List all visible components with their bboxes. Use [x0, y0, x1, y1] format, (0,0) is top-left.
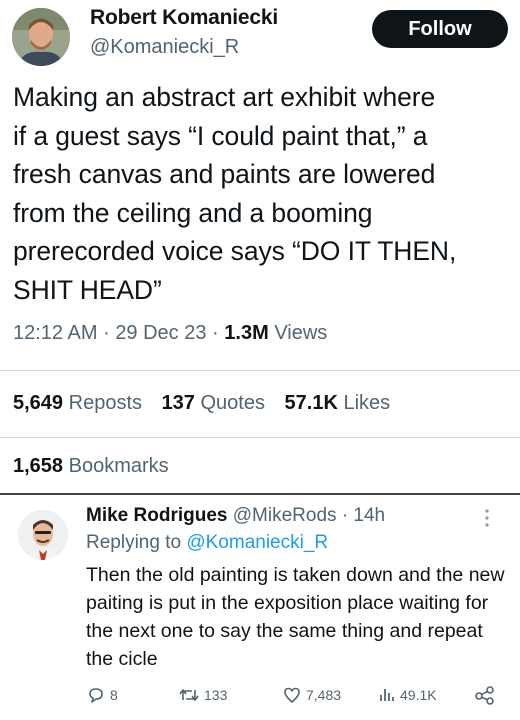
likes-stat[interactable]: 57.1K Likes: [285, 392, 391, 414]
author-avatar[interactable]: [12, 8, 70, 66]
like-count: 7,483: [306, 687, 342, 703]
main-tweet: Robert Komaniecki @Komaniecki_R Follow M…: [0, 0, 520, 493]
reply-author-handle[interactable]: @MikeRods: [233, 505, 337, 526]
reposts-count: 5,649: [13, 392, 64, 414]
tweet-meta: 12:12 AM · 29 Dec 23 · 1.3M Views: [13, 322, 327, 345]
reply-action[interactable]: 8: [86, 685, 118, 705]
bookmarks-label: Bookmarks: [68, 455, 169, 477]
reposts-label: Reposts: [68, 392, 142, 414]
share-action[interactable]: [474, 685, 496, 705]
bar-chart-icon: [378, 685, 396, 705]
reply-count: 8: [110, 687, 118, 703]
reply-text: Then the old painting is taken down and …: [86, 564, 505, 670]
replying-to: Replying to @Komaniecki_R: [86, 532, 328, 554]
divider: [0, 370, 520, 371]
speech-bubble-icon: [86, 685, 106, 705]
quotes-stat[interactable]: 137 Quotes: [162, 392, 265, 414]
reply-author-avatar[interactable]: [18, 510, 68, 560]
share-nodes-icon: [474, 685, 496, 705]
follow-button[interactable]: Follow: [372, 10, 508, 48]
author-name[interactable]: Robert Komaniecki: [90, 6, 278, 30]
likes-count: 57.1K: [284, 392, 338, 414]
author-handle[interactable]: @Komaniecki_R: [90, 36, 239, 59]
replying-mention[interactable]: @Komaniecki_R: [186, 532, 328, 553]
engagement-stats: 5,649 Reposts 137 Quotes 57.1K Likes: [13, 392, 404, 415]
reply-author-name[interactable]: Mike Rodrigues: [86, 505, 227, 526]
reposts-stat[interactable]: 5,649 Reposts: [13, 392, 142, 414]
bookmarks-count: 1,658: [13, 455, 64, 477]
reply-tweet: Mike Rodrigues @MikeRods · 14h Replying …: [0, 495, 520, 720]
heart-icon: [282, 685, 302, 705]
header-separator: ·: [341, 505, 349, 526]
quotes-label: Quotes: [200, 392, 265, 414]
reply-actions: 8 133 7,483 49.1K: [86, 685, 506, 711]
replying-prefix: Replying to: [86, 532, 182, 553]
divider: [0, 437, 520, 438]
vertical-dots-icon[interactable]: [484, 507, 490, 529]
tweet-date[interactable]: 29 Dec 23: [115, 322, 206, 344]
repost-count: 133: [204, 687, 228, 703]
views-label: Views: [274, 322, 328, 344]
meta-separator: ·: [103, 322, 110, 344]
views-count-reply: 49.1K: [400, 687, 437, 703]
quotes-count: 137: [161, 392, 195, 414]
meta-separator: ·: [212, 322, 219, 344]
tweet-text: Making an abstract art exhibit where if …: [13, 82, 457, 305]
views-count: 1.3M: [224, 322, 269, 344]
views-action[interactable]: 49.1K: [378, 685, 437, 705]
repost-action[interactable]: 133: [178, 685, 227, 705]
reply-time[interactable]: 14h: [353, 505, 385, 526]
like-action[interactable]: 7,483: [282, 685, 341, 705]
likes-label: Likes: [343, 392, 391, 414]
repost-arrows-icon: [178, 685, 200, 705]
tweet-time[interactable]: 12:12 AM: [13, 322, 98, 344]
reply-header: Mike Rodrigues @MikeRods · 14h: [86, 505, 385, 527]
bookmarks-stat[interactable]: 1,658 Bookmarks: [13, 455, 169, 478]
